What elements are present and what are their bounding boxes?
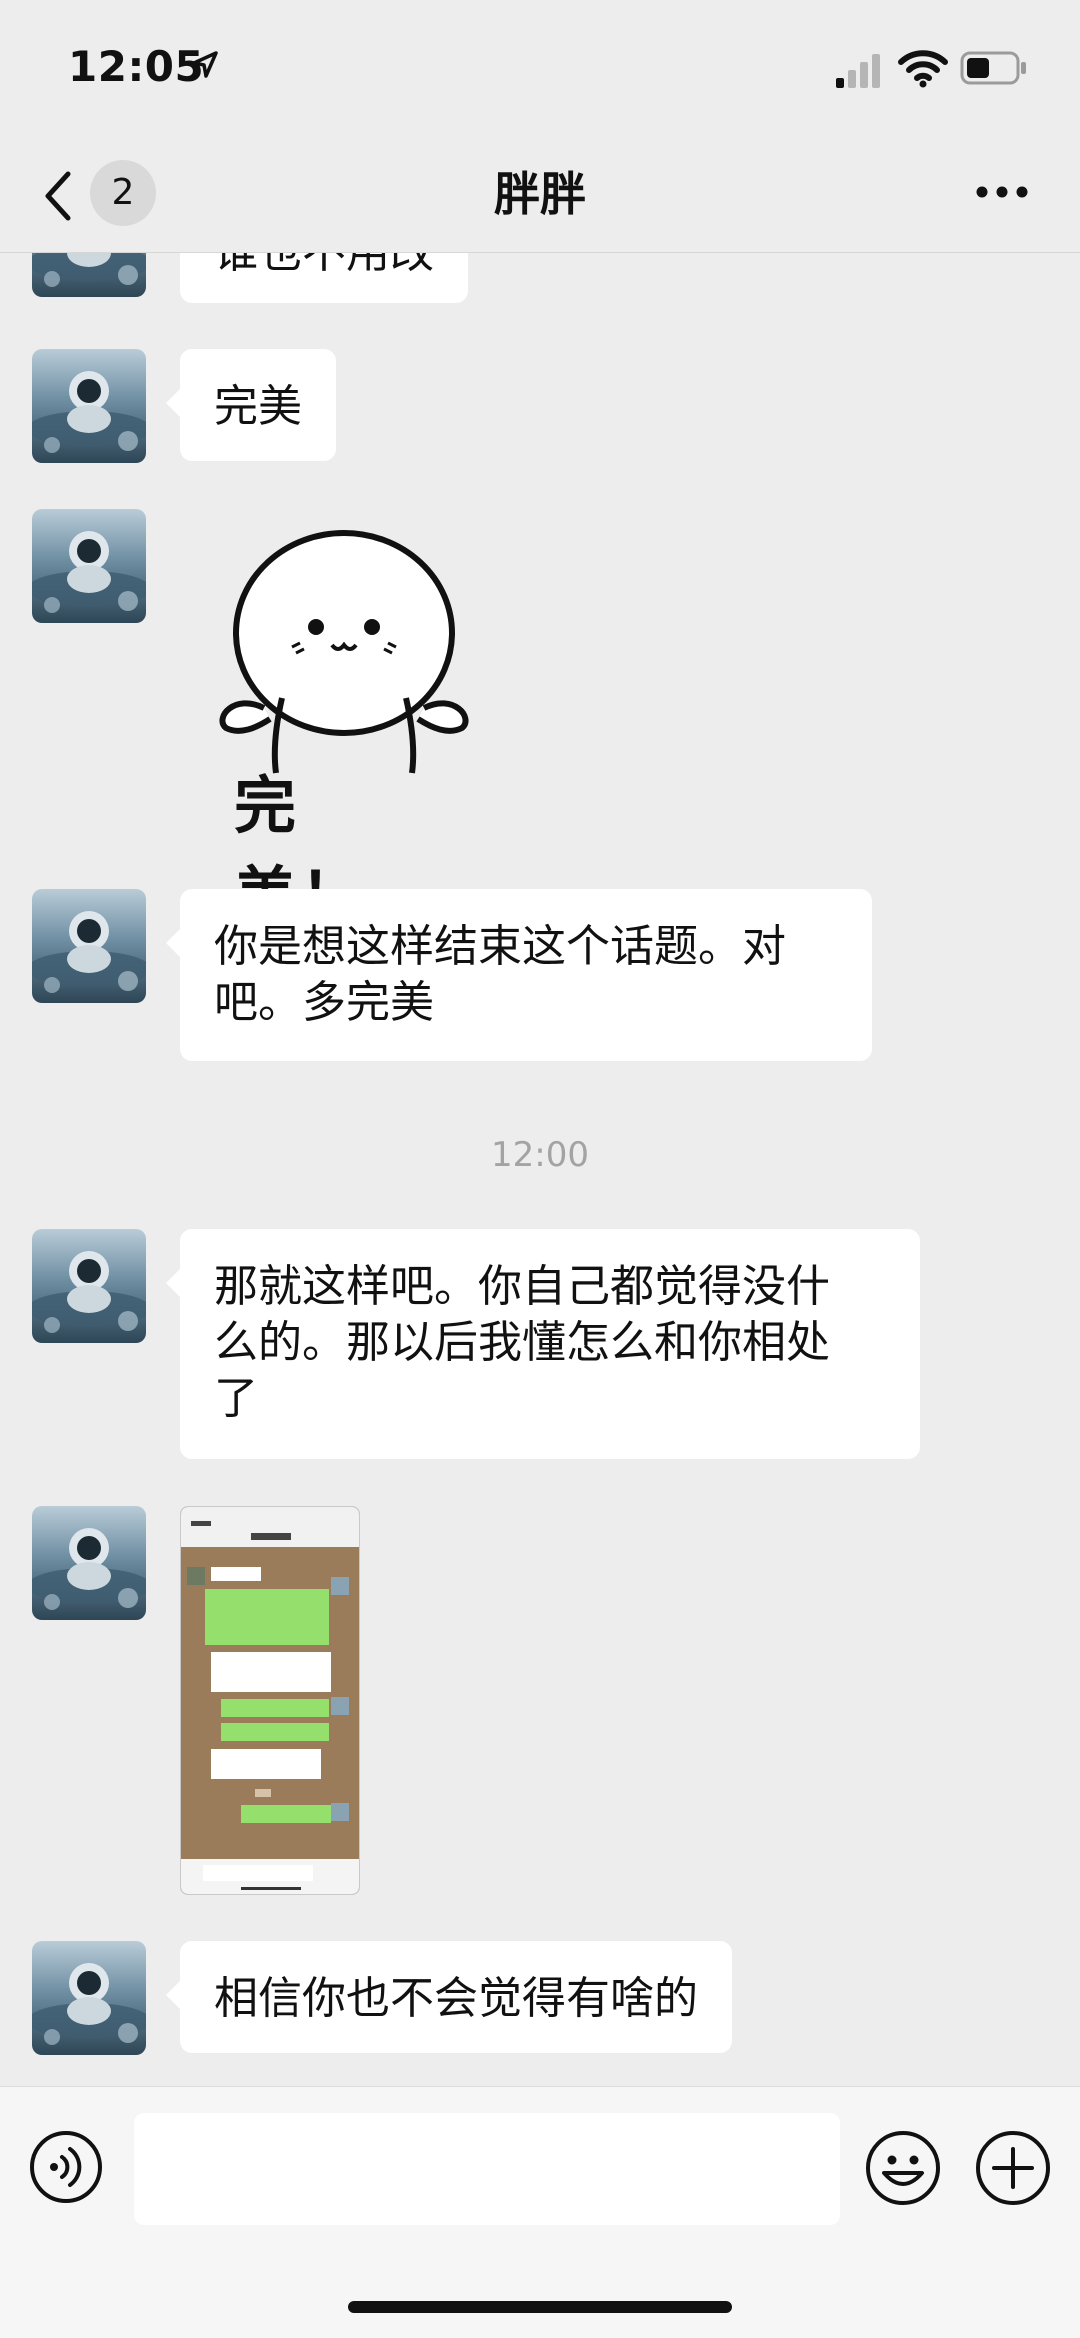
avatar[interactable]: [32, 1506, 146, 1620]
avatar[interactable]: [32, 889, 146, 1003]
chat-header: 2 胖胖: [0, 140, 1080, 253]
avatar[interactable]: [32, 1229, 146, 1343]
chat-screenshot-thumbnail: [181, 1507, 359, 1894]
message-bubble[interactable]: 完美: [166, 349, 336, 461]
screenshot-image[interactable]: [180, 1506, 360, 1895]
location-arrow-icon: [192, 51, 218, 78]
more-dots-icon[interactable]: [974, 184, 1030, 200]
message-input[interactable]: [134, 2113, 840, 2225]
chat-title: 胖胖: [494, 167, 586, 221]
message-list[interactable]: 谁也不用改 完美 完 美！ 你是想这样结束这个话题。对 吧。多完美 12:00 …: [0, 253, 1080, 2085]
status-time: 12:05: [68, 42, 205, 91]
message-text: 相信你也不会觉得有啥的: [214, 1973, 698, 2024]
input-bar: [0, 2086, 1080, 2338]
message-bubble[interactable]: 那就这样吧。你自己都觉得没什 么的。那以后我懂怎么和你相处 了: [166, 1229, 920, 1459]
voice-icon[interactable]: [28, 2129, 104, 2205]
avatar[interactable]: [32, 509, 146, 623]
plus-icon[interactable]: [974, 2129, 1052, 2207]
emoji-icon[interactable]: [864, 2129, 942, 2207]
sticker-character-icon: [219, 530, 469, 774]
signal-icon: [836, 54, 880, 88]
message-text-line: 了: [214, 1373, 258, 1424]
wifi-icon: [898, 50, 948, 88]
message-text-line: 那就这样吧。你自己都觉得没什: [214, 1261, 830, 1312]
message-bubble[interactable]: 谁也不用改: [180, 253, 468, 303]
message-bubble[interactable]: 你是想这样结束这个话题。对 吧。多完美: [166, 889, 872, 1061]
message-text-line: 吧。多完美: [214, 977, 434, 1028]
sticker[interactable]: 完 美！: [204, 523, 484, 932]
message-text: 谁也不用改: [214, 253, 434, 278]
home-indicator: [348, 2301, 732, 2313]
status-bar: 12:05: [0, 0, 1080, 140]
message-text-line: 么的。那以后我懂怎么和你相处: [214, 1317, 830, 1368]
avatar[interactable]: [32, 253, 146, 297]
avatar[interactable]: [32, 1941, 146, 2055]
message-timestamp: 12:00: [491, 1135, 589, 1175]
message-text: 完美: [214, 381, 302, 432]
message-bubble[interactable]: 相信你也不会觉得有啥的: [166, 1941, 732, 2053]
message-text-line: 你是想这样结束这个话题。对: [214, 921, 786, 972]
battery-icon: [960, 51, 1026, 85]
avatar[interactable]: [32, 349, 146, 463]
